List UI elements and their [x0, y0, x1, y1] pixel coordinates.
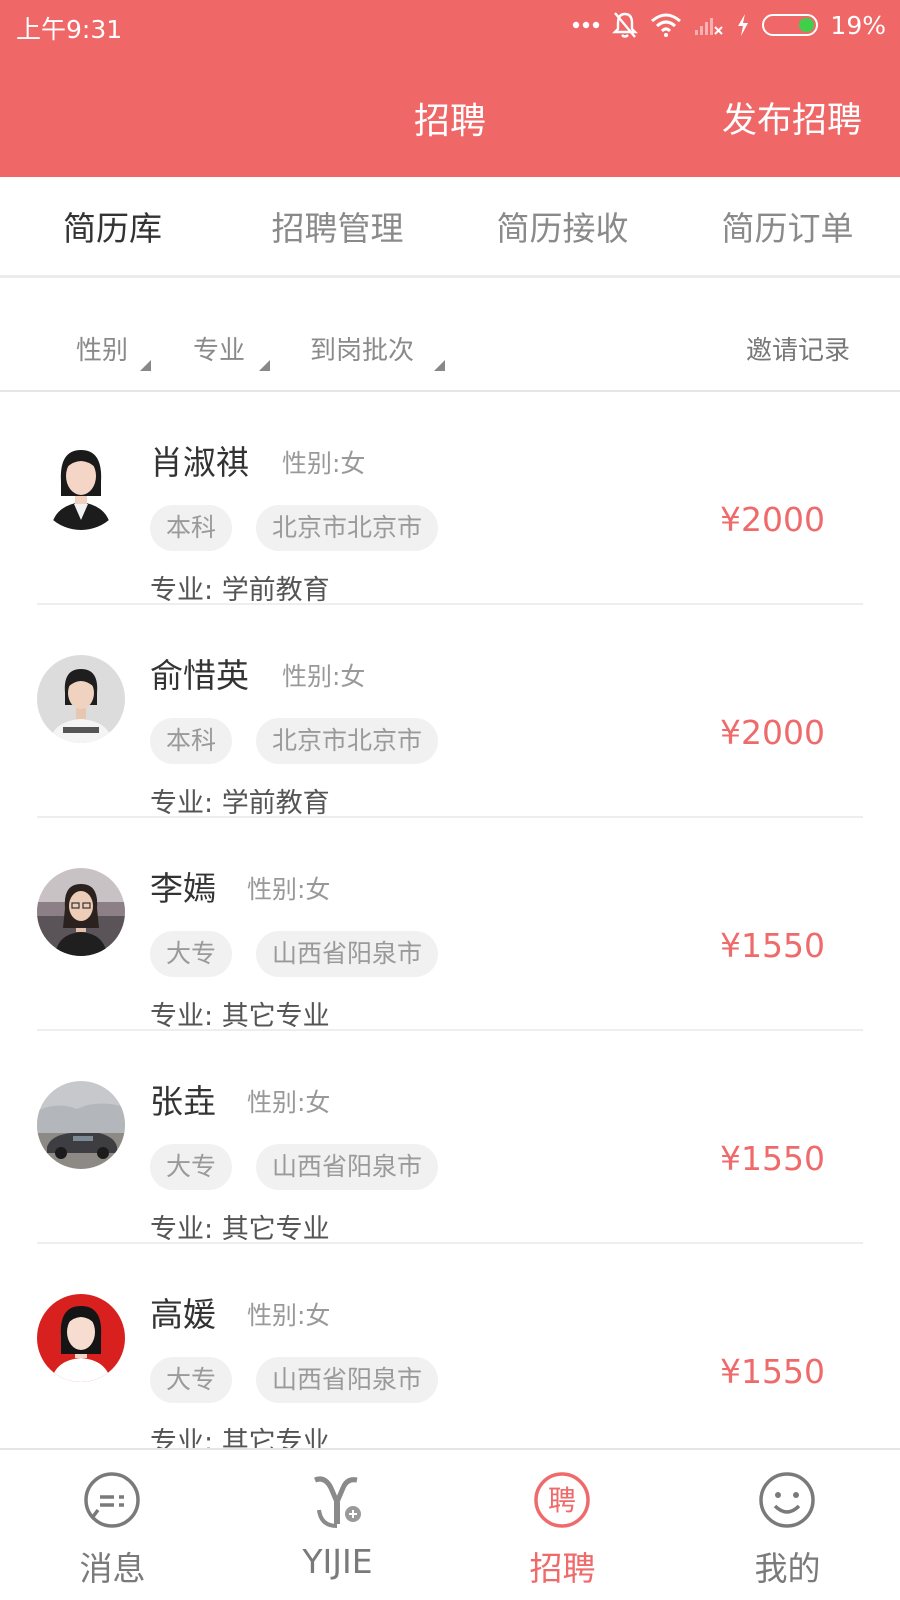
status-icons: 19% — [572, 10, 886, 40]
invite-record-link[interactable]: 邀请记录 — [746, 330, 850, 367]
education-badge: 本科 — [150, 718, 233, 764]
wifi-icon — [650, 13, 682, 37]
tab-bar: 简历库 招聘管理 简历接收 简历订单 — [0, 177, 900, 278]
candidate-gender: 性别:女 — [282, 449, 366, 478]
candidate-major: 专业: 其它专业 — [150, 1207, 330, 1246]
location-badge: 山西省阳泉市 — [256, 931, 439, 977]
location-badge: 北京市北京市 — [256, 718, 439, 764]
nav-label: 消息 — [79, 1549, 146, 1588]
avatar — [37, 1294, 125, 1382]
candidate-name: 俞惜英 — [150, 656, 249, 695]
candidate-major: 专业: 学前教育 — [150, 568, 330, 607]
batch-filter-label: 到岗批次 — [310, 336, 415, 366]
candidate-major: 专业: 其它专业 — [150, 994, 330, 1033]
gender-filter-label: 性别 — [76, 336, 129, 366]
salary-value: ¥2000 — [720, 500, 825, 539]
major-filter-label: 专业 — [193, 336, 246, 366]
no-signal-icon — [694, 13, 724, 37]
candidate-name: 张垚 — [150, 1082, 216, 1121]
battery-percent: 19% — [830, 10, 886, 40]
nav-mine[interactable]: 我的 — [675, 1450, 900, 1600]
charging-icon — [736, 13, 750, 37]
major-value: 学前教育 — [221, 575, 330, 606]
avatar — [37, 1081, 125, 1169]
major-prefix: 专业: — [150, 788, 222, 819]
candidate-gender: 性别:女 — [247, 1088, 331, 1117]
major-filter[interactable]: 专业 — [193, 330, 270, 371]
top-bar: 上午9:31 19% 招聘 发布招聘 — [0, 0, 900, 177]
candidate-name: 肖淑祺 — [150, 443, 249, 482]
avatar — [37, 442, 125, 530]
education-badge: 大专 — [150, 931, 233, 977]
candidate-gender: 性别:女 — [247, 1301, 331, 1330]
education-badge: 本科 — [150, 505, 233, 551]
tab-recruit-management[interactable]: 招聘管理 — [225, 177, 450, 275]
major-value: 学前教育 — [221, 788, 330, 819]
candidate-name: 高媛 — [150, 1295, 216, 1334]
location-badge: 山西省阳泉市 — [256, 1357, 439, 1403]
candidate-name: 李嫣 — [150, 869, 216, 908]
education-badge: 大专 — [150, 1144, 233, 1190]
candidate-major: 专业: 其它专业 — [150, 1420, 330, 1448]
candidate-major: 专业: 学前教育 — [150, 781, 330, 820]
publish-job-button[interactable]: 发布招聘 — [722, 92, 862, 143]
smiley-icon — [757, 1470, 817, 1530]
salary-value: ¥1550 — [720, 1352, 825, 1391]
tab-resume-orders[interactable]: 简历订单 — [675, 177, 900, 275]
major-prefix: 专业: — [150, 1214, 222, 1245]
candidate-card[interactable]: 俞惜英 性别:女 本科 北京市北京市 专业: 学前教育 ¥2000 — [37, 605, 863, 820]
yijie-logo-icon — [307, 1470, 367, 1530]
tab-resume-library[interactable]: 简历库 — [0, 177, 225, 275]
candidate-gender: 性别:女 — [282, 662, 366, 691]
candidate-card[interactable]: 高媛 性别:女 大专 山西省阳泉市 专业: 其它专业 ¥1550 — [37, 1244, 863, 1448]
gender-filter[interactable]: 性别 — [76, 330, 151, 371]
major-prefix: 专业: — [150, 575, 222, 606]
candidate-list: 肖淑祺 性别:女 本科 北京市北京市 专业: 学前教育 ¥2000 俞惜英 性别… — [0, 392, 900, 1448]
dropdown-triangle-icon — [434, 360, 445, 371]
salary-value: ¥2000 — [720, 713, 825, 752]
nav-label: 招聘 — [529, 1549, 596, 1588]
education-badge: 大专 — [150, 1357, 233, 1403]
message-icon — [82, 1470, 142, 1530]
avatar — [37, 655, 125, 743]
status-time: 上午9:31 — [16, 15, 123, 44]
nav-label: YIJIE — [302, 1542, 373, 1581]
major-value: 其它专业 — [221, 1427, 330, 1448]
tab-resume-received[interactable]: 简历接收 — [450, 177, 675, 275]
bottom-nav: 消息 YIJIE 聘 招聘 我的 — [0, 1448, 900, 1600]
nav-yijie[interactable]: YIJIE — [225, 1450, 450, 1600]
location-badge: 山西省阳泉市 — [256, 1144, 439, 1190]
avatar — [37, 868, 125, 956]
filter-bar: 性别 专业 到岗批次 邀请记录 — [0, 278, 900, 392]
mute-bell-icon — [612, 11, 639, 39]
location-badge: 北京市北京市 — [256, 505, 439, 551]
candidate-card[interactable]: 张垚 性别:女 大专 山西省阳泉市 专业: 其它专业 ¥1550 — [37, 1031, 863, 1246]
batch-filter[interactable]: 到岗批次 — [310, 330, 445, 371]
dropdown-triangle-icon — [259, 360, 270, 371]
more-dots-icon — [572, 20, 600, 30]
major-value: 其它专业 — [221, 1214, 330, 1245]
salary-value: ¥1550 — [720, 926, 825, 965]
candidate-gender: 性别:女 — [247, 875, 331, 904]
nav-label: 我的 — [754, 1549, 821, 1588]
salary-value: ¥1550 — [720, 1139, 825, 1178]
major-prefix: 专业: — [150, 1001, 222, 1032]
dropdown-triangle-icon — [140, 360, 151, 371]
recruit-icon-glyph: 聘 — [548, 1484, 576, 1517]
candidate-card[interactable]: 肖淑祺 性别:女 本科 北京市北京市 专业: 学前教育 ¥2000 — [37, 392, 863, 607]
nav-recruit[interactable]: 聘 招聘 — [450, 1450, 675, 1600]
battery-icon — [762, 14, 819, 36]
nav-messages[interactable]: 消息 — [0, 1450, 225, 1600]
candidate-card[interactable]: 李嫣 性别:女 大专 山西省阳泉市 专业: 其它专业 ¥1550 — [37, 818, 863, 1033]
major-prefix: 专业: — [150, 1427, 222, 1448]
status-bar: 上午9:31 19% — [0, 0, 900, 50]
battery-level — [799, 18, 815, 32]
major-value: 其它专业 — [221, 1001, 330, 1032]
recruit-icon: 聘 — [532, 1470, 592, 1530]
